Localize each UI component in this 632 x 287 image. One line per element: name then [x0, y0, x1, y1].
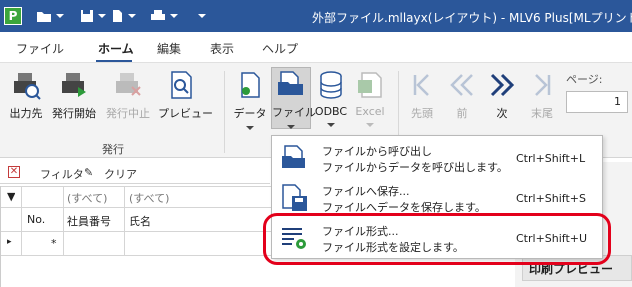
- print-quick-button[interactable]: [150, 8, 178, 24]
- excel-button[interactable]: Excel: [352, 69, 388, 127]
- eraser-icon[interactable]: ✎: [84, 166, 93, 179]
- prev-record-button[interactable]: 前: [446, 69, 478, 121]
- open-file-icon: [280, 143, 310, 173]
- output-dest-label: 出力先: [9, 107, 43, 120]
- menu-item-shortcut: Ctrl+Shift+S: [516, 192, 586, 205]
- open-folder-icon: [37, 12, 51, 22]
- import-quick-button[interactable]: [110, 8, 136, 24]
- save-file-icon: [280, 183, 310, 213]
- preview-icon: [165, 69, 197, 101]
- title-bar: P 外部ファイル.mllayx(レイアウト) - MLV6 Plus[MLプリン…: [0, 0, 632, 32]
- group-print-label: 発行: [102, 143, 124, 156]
- filter-row-icon: ▼: [7, 190, 16, 203]
- data-gear-icon: [234, 69, 266, 101]
- print-stop-label: 発行中止: [106, 107, 150, 120]
- data-grid: ▼ (すべて) (すべて) No. 社員番号 氏名 ▸ *: [0, 186, 271, 287]
- data-button[interactable]: データ: [232, 69, 268, 130]
- menu-item-load-from-file[interactable]: ファイルから呼び出し ファイルからデータを呼び出します。 Ctrl+Shift+…: [272, 138, 602, 178]
- tab-edit[interactable]: 編集: [157, 40, 181, 57]
- column-header-employee-id[interactable]: 社員番号: [67, 213, 111, 229]
- next-icon: [486, 69, 518, 101]
- save-quick-button[interactable]: [80, 8, 106, 24]
- tab-file[interactable]: ファイル: [16, 40, 64, 57]
- menu-item-title: ファイルから呼び出し: [322, 145, 432, 158]
- open-folder-quick-button[interactable]: [36, 8, 64, 24]
- menu-item-shortcut: Ctrl+Shift+L: [516, 152, 586, 165]
- tab-view[interactable]: 表示: [210, 40, 234, 57]
- row-pointer-icon: ▸: [7, 237, 12, 247]
- save-icon: [81, 10, 93, 22]
- customize-quick-access[interactable]: [198, 8, 206, 24]
- tab-help[interactable]: ヘルプ: [262, 40, 298, 57]
- app-icon: P: [4, 7, 22, 25]
- first-record-button[interactable]: 先頭: [406, 69, 438, 121]
- prev-icon: [446, 69, 478, 101]
- menu-item-title: ファイルへ保存...: [322, 185, 410, 198]
- odbc-label: ODBC: [314, 105, 348, 118]
- filter-toolbar: ✕ フィルタ ✎ クリア: [0, 162, 270, 184]
- printer-play-icon: [58, 69, 90, 101]
- preview-label: プレビュー: [158, 107, 213, 120]
- next-label: 次: [496, 107, 508, 120]
- database-icon: [315, 69, 347, 101]
- highlight-annotation: [263, 213, 611, 265]
- file-button[interactable]: ファイル: [271, 67, 316, 129]
- next-record-button[interactable]: 次: [486, 69, 518, 121]
- file-folder-icon: [275, 68, 307, 100]
- excel-icon: [354, 69, 386, 101]
- ribbon-separator: [224, 71, 225, 153]
- print-stop-button[interactable]: 発行中止: [104, 69, 152, 121]
- filter-cell-id[interactable]: (すべて): [67, 190, 107, 206]
- output-dest-button[interactable]: 出力先: [6, 69, 46, 121]
- first-label: 先頭: [411, 107, 433, 120]
- excel-label: Excel: [355, 105, 385, 118]
- last-label: 末尾: [531, 107, 553, 120]
- clear-button[interactable]: クリア: [104, 166, 137, 182]
- close-filter-icon[interactable]: ✕: [8, 166, 20, 178]
- page-label: ページ:: [566, 73, 603, 86]
- printer-search-icon: [10, 69, 42, 101]
- new-row-marker: *: [51, 237, 57, 250]
- filter-cell-name[interactable]: (すべて): [129, 190, 169, 206]
- column-header-no[interactable]: No.: [27, 213, 45, 226]
- last-record-button[interactable]: 末尾: [526, 69, 558, 121]
- file-label: ファイル: [272, 106, 316, 119]
- data-label: データ: [233, 107, 267, 120]
- first-icon: [406, 69, 438, 101]
- print-icon: [151, 10, 165, 20]
- filter-button[interactable]: フィルタ: [40, 166, 84, 182]
- last-icon: [526, 69, 558, 101]
- column-header-name[interactable]: 氏名: [129, 213, 151, 229]
- preview-button[interactable]: プレビュー: [158, 69, 213, 121]
- ribbon-tabs: ファイル ホーム 編集 表示 ヘルプ: [0, 32, 632, 62]
- printer-stop-icon: [112, 69, 144, 101]
- tab-home[interactable]: ホーム: [98, 40, 134, 57]
- odbc-button[interactable]: ODBC: [313, 69, 349, 127]
- print-start-label: 発行開始: [52, 107, 96, 120]
- prev-label: 前: [456, 107, 468, 120]
- page-number-input[interactable]: 1: [566, 91, 628, 113]
- window-title: 外部ファイル.mllayx(レイアウト) - MLV6 Plus[MLプリント]: [312, 11, 632, 25]
- import-icon: [113, 10, 122, 22]
- menu-item-save-to-file[interactable]: ファイルへ保存... ファイルへデータを保存します。 Ctrl+Shift+S: [272, 178, 602, 218]
- print-start-button[interactable]: 発行開始: [50, 69, 98, 121]
- menu-item-desc: ファイルからデータを呼び出します。: [322, 161, 508, 174]
